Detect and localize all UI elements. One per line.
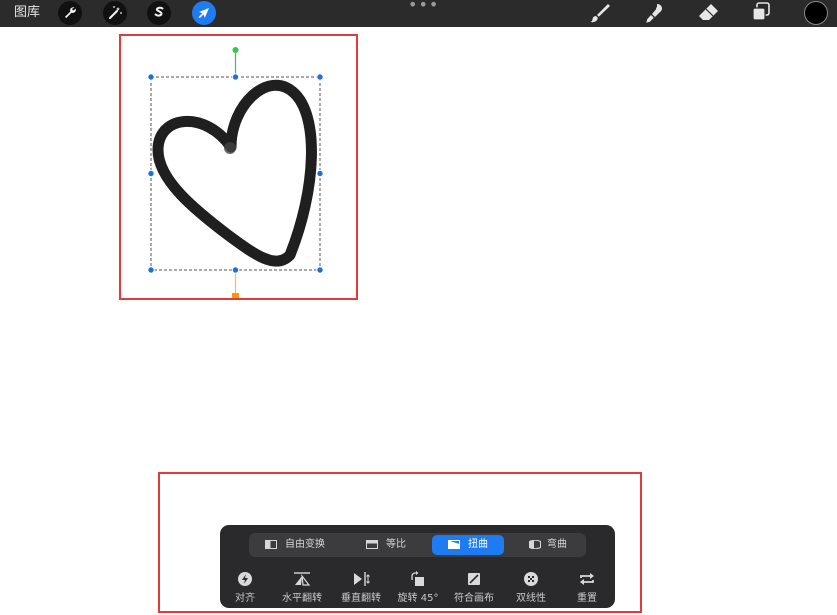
snapping-icon — [238, 572, 252, 586]
bilinear-button[interactable]: 双线性 — [509, 568, 553, 604]
flip-vertical-icon — [354, 572, 370, 586]
flip-vertical-button[interactable]: 垂直翻转 — [337, 568, 385, 604]
warp-icon — [529, 540, 541, 549]
mode-uniform[interactable]: 等比 — [355, 535, 417, 555]
flip-horizontal-icon — [294, 572, 311, 586]
rotate-45-button[interactable]: 旋转 45° — [394, 568, 442, 604]
bilinear-icon — [524, 572, 538, 586]
free-transform-icon — [265, 540, 277, 549]
highlight-selection-area — [119, 34, 358, 300]
reset-button[interactable]: 重置 — [566, 568, 608, 604]
distort-icon — [448, 540, 460, 549]
transform-mode-selector: 自由变换 等比 扭曲 弯曲 — [249, 533, 586, 557]
fit-to-canvas-icon — [468, 573, 480, 585]
snapping-button[interactable]: 对齐 — [224, 568, 266, 604]
mode-warp[interactable]: 弯曲 — [519, 535, 581, 555]
mode-distort[interactable]: 扭曲 — [432, 535, 504, 555]
rotate-45-icon — [411, 571, 424, 586]
fit-to-canvas-button[interactable]: 符合画布 — [450, 568, 498, 604]
uniform-icon — [366, 540, 378, 549]
transform-toolbar: 自由变换 等比 扭曲 弯曲 对齐 水平翻转 垂直翻转 旋转 45° 符合画布 双… — [220, 525, 615, 608]
flip-horizontal-button[interactable]: 水平翻转 — [278, 568, 326, 604]
reset-icon — [580, 573, 594, 585]
mode-free-transform[interactable]: 自由变换 — [257, 535, 335, 555]
